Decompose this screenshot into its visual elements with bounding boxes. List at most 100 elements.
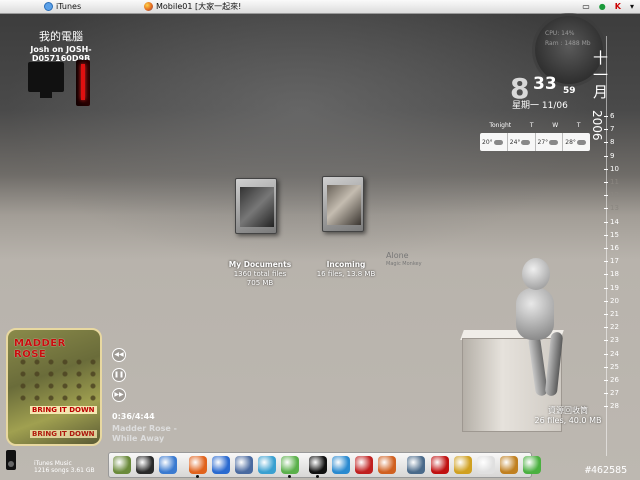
recycle-bin-label[interactable]: 資源回收筒 26 files, 40.0 MB <box>528 406 608 426</box>
pause-icon: ❚❚ <box>113 371 125 378</box>
face-icon[interactable] <box>500 456 519 474</box>
next-track-button[interactable]: ▶▶ <box>112 388 126 402</box>
screen-icon[interactable] <box>159 456 178 474</box>
wallpaper-caption: Alone Magic Monkey <box>386 251 422 267</box>
real-player-icon[interactable] <box>355 456 373 474</box>
calendar-day: 22 <box>604 323 619 332</box>
cpu-usage: CPU: 14% <box>545 30 575 37</box>
photo-icon[interactable] <box>378 456 397 474</box>
weather-cell: 28° <box>563 133 590 151</box>
weather-header: Tonight <box>489 122 512 129</box>
clock-month: 十 一 月 <box>593 49 609 101</box>
incoming-name: Incoming <box>326 260 366 269</box>
weather-temp: 27° <box>537 138 549 146</box>
incoming-label[interactable]: Incoming 16 files, 13.8 MB <box>306 260 386 279</box>
gameboy-icon[interactable] <box>113 456 131 474</box>
itunes-icon <box>44 2 53 11</box>
album-art[interactable]: MADDER ROSE BRING IT DOWN BRING IT DOWN <box>6 328 102 446</box>
clock-minute: 33 <box>533 74 557 94</box>
ipod-icon[interactable] <box>308 456 327 474</box>
clock-year: 2006 <box>590 110 604 141</box>
itunes-library-info: iTunes Music 1216 songs 3.61 GB <box>34 460 95 474</box>
pause-button[interactable]: ❚❚ <box>112 368 126 382</box>
calendar-day: 6 <box>603 112 615 120</box>
calendar-day: 14 <box>604 217 619 226</box>
track-name: Madder Rose - While Away <box>112 424 177 443</box>
previous-icon: ◀◀ <box>114 351 124 358</box>
calendar-day: 21 <box>604 310 619 318</box>
clock-second: 59 <box>563 86 576 96</box>
mannequin-head <box>522 258 550 290</box>
my-documents-icon[interactable] <box>235 178 277 234</box>
calendar-day: 7 <box>603 125 615 134</box>
weather-temp: 28° <box>565 138 576 146</box>
menubar-app-label: iTunes <box>56 2 82 11</box>
pc-tower-icon[interactable] <box>76 60 90 106</box>
media-player-icon[interactable] <box>331 456 350 474</box>
calendar-day: 11 <box>604 178 619 186</box>
display-icon[interactable]: ▭ <box>582 0 590 13</box>
track-time: 0:36/4:44 <box>112 412 155 421</box>
my-documents-label[interactable]: My Documents 1360 total files 705 MB <box>220 260 300 288</box>
antivirus-icon[interactable]: K <box>615 0 621 13</box>
monitor-icon[interactable] <box>26 60 66 100</box>
internet-explorer-icon[interactable] <box>211 456 230 474</box>
incoming-folder-icon[interactable] <box>322 176 364 232</box>
messenger-icon[interactable] <box>258 456 277 474</box>
previous-track-button[interactable]: ◀◀ <box>112 348 126 362</box>
weather-header: W <box>552 122 559 129</box>
library-stats: 1216 songs 3.61 GB <box>34 467 95 474</box>
weather-header: T <box>529 122 534 129</box>
weather-temp: 24° <box>509 138 521 146</box>
month-char: 月 <box>593 83 609 101</box>
calendar-day: 16 <box>604 244 619 252</box>
weather-temp: 20° <box>482 138 493 146</box>
ipod-icon[interactable] <box>6 450 16 470</box>
menubar-app-label: Mobile01 [大家一起來! <box>156 2 242 11</box>
calendar-day: 9 <box>603 151 615 160</box>
cartoon-icon[interactable] <box>477 456 495 474</box>
month-char: 十 <box>593 49 609 67</box>
running-indicator <box>288 475 292 478</box>
calendar-day: 13 <box>604 204 619 213</box>
partly-cloudy-icon <box>521 139 531 145</box>
recycle-bin-name: 資源回收筒 <box>548 406 588 415</box>
chevron-down-icon[interactable]: ▾ <box>630 0 634 13</box>
wallpaper-credit: Magic Monkey <box>386 261 422 267</box>
calendar-day: 28 <box>604 402 619 411</box>
album-title: BRING IT DOWN <box>30 406 97 414</box>
weather-cell: 24° <box>508 133 536 151</box>
recycle-bin-icon[interactable] <box>523 456 542 474</box>
firefox-icon <box>144 2 153 11</box>
msn-icon[interactable] <box>281 456 300 474</box>
no-entry-icon[interactable] <box>430 456 449 474</box>
running-indicator <box>315 475 319 478</box>
top-menubar: iTunes Mobile01 [大家一起來! ▭ ● K ▾ <box>0 0 640 14</box>
my-documents-count: 1360 total files <box>233 270 287 278</box>
thunderbird-icon[interactable] <box>235 456 253 474</box>
cloud-icon <box>549 139 559 145</box>
weather-header: T <box>576 122 581 129</box>
menubar-app-firefox[interactable]: Mobile01 [大家一起來! <box>144 0 241 13</box>
calendar-day: 24 <box>604 349 619 358</box>
ram-usage: Ram : 1488 Mb <box>545 40 591 47</box>
watermark: #462585 <box>585 465 628 476</box>
bug-icon[interactable] <box>407 456 426 474</box>
weather-cell: 20° <box>480 133 508 151</box>
system-tray: ▭ ● K ▾ <box>576 0 634 13</box>
library-name: iTunes Music <box>34 460 72 467</box>
monitor-icon[interactable] <box>136 456 155 474</box>
calendar-day: 18 <box>604 270 619 279</box>
firefox-icon[interactable] <box>188 456 207 474</box>
sync-icon[interactable]: ● <box>599 0 606 13</box>
my-computer-widget[interactable]: 我的電腦 Josh on JOSH-D057160D9B <box>6 28 116 63</box>
cloud-icon <box>576 139 586 145</box>
calendar-day: 26 <box>604 376 619 384</box>
tools-icon[interactable] <box>453 456 472 474</box>
calendar-day: 10 <box>604 164 619 173</box>
my-documents-size: 705 MB <box>246 279 274 287</box>
next-icon: ▶▶ <box>114 391 124 398</box>
menubar-app-itunes[interactable]: iTunes <box>44 0 81 13</box>
weather-cell: 27° <box>536 133 564 151</box>
running-indicator <box>195 475 199 478</box>
